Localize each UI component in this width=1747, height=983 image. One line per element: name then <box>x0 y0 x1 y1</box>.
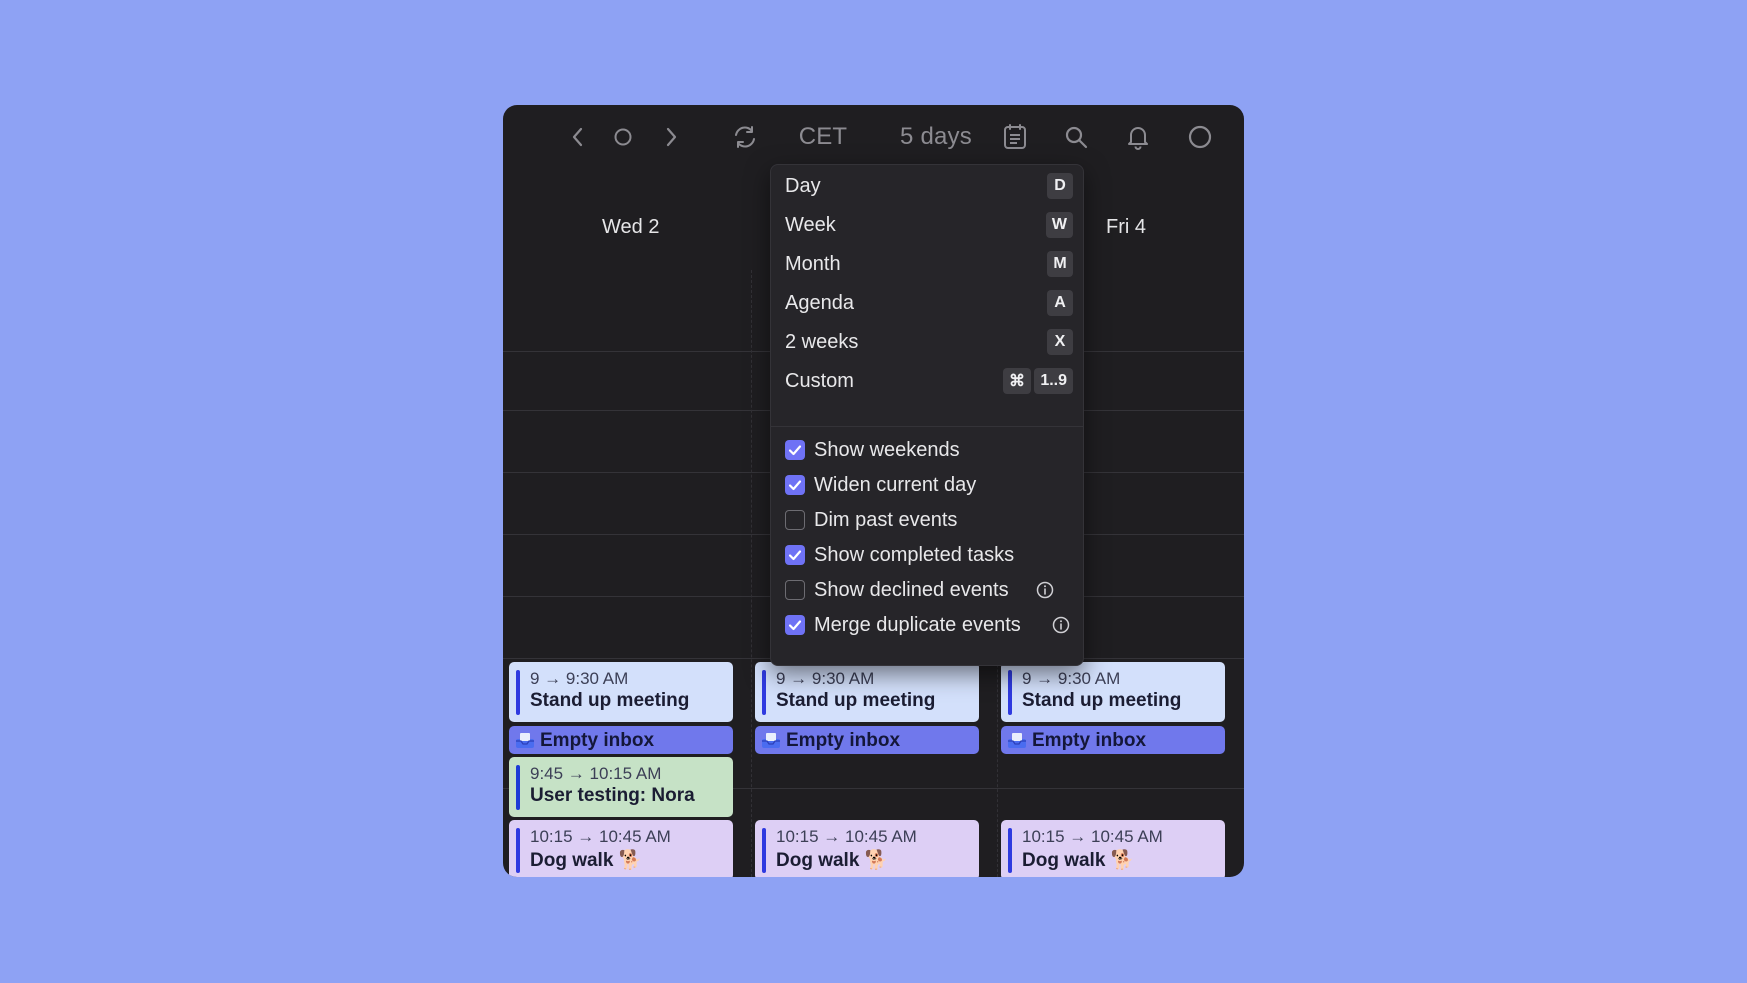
task-empty-inbox-thu[interactable]: Empty inbox <box>755 726 979 754</box>
menu-item-label: Month <box>785 253 841 275</box>
option-show-completed-tasks[interactable]: Show completed tasks <box>771 538 1083 573</box>
menu-divider <box>771 426 1083 427</box>
toolbar: CET 5 days <box>503 105 1244 169</box>
task-empty-inbox-wed[interactable]: Empty inbox <box>509 726 733 754</box>
event-user-testing[interactable]: 9:45 → 10:15 AM User testing: Nora <box>509 757 733 817</box>
profile-circle-icon[interactable] <box>1185 119 1215 155</box>
checkbox-checked[interactable] <box>785 440 805 460</box>
event-title: User testing: Nora <box>530 785 695 806</box>
checkbox-unchecked[interactable] <box>785 510 805 530</box>
checkbox-checked[interactable] <box>785 475 805 495</box>
event-title: Stand up meeting <box>776 690 936 711</box>
column-divider <box>751 270 752 877</box>
calendar-list-icon[interactable] <box>1000 119 1030 155</box>
option-label: Show completed tasks <box>814 544 1015 566</box>
checkbox-unchecked[interactable] <box>785 580 805 600</box>
event-color-bar <box>762 828 766 873</box>
event-title: Stand up meeting <box>530 690 690 711</box>
menu-item-label: Custom <box>785 370 854 392</box>
option-widen-current-day[interactable]: Widen current day <box>771 468 1083 503</box>
day-header-fri[interactable]: Fri 4 <box>1106 216 1146 239</box>
checkbox-checked[interactable] <box>785 615 805 635</box>
checkmark-icon <box>788 480 802 491</box>
event-time: 9:45 → 10:15 AM <box>530 764 662 783</box>
event-standup-thu[interactable]: 9 → 9:30 AM Stand up meeting <box>755 662 979 722</box>
event-title: Dog walk 🐕 <box>776 850 889 871</box>
option-label: Show declined events <box>814 579 1009 601</box>
event-title: Dog walk 🐕 <box>1022 850 1135 871</box>
task-empty-inbox-fri[interactable]: Empty inbox <box>1001 726 1225 754</box>
event-time: 10:15 → 10:45 AM <box>776 827 917 846</box>
option-label: Dim past events <box>814 509 958 531</box>
event-color-bar <box>762 670 766 715</box>
inbox-tray-icon <box>762 733 780 748</box>
shortcut-key: A <box>1047 290 1073 316</box>
today-circle-icon[interactable] <box>609 119 637 155</box>
search-icon[interactable] <box>1061 119 1091 155</box>
menu-item-label: Week <box>785 214 836 236</box>
day-header-wed[interactable]: Wed 2 <box>602 216 659 239</box>
menu-item-day[interactable]: Day D <box>771 167 1083 206</box>
event-time: 9 → 9:30 AM <box>1022 669 1121 688</box>
view-label: 5 days <box>900 123 972 150</box>
task-title: Empty inbox <box>540 730 655 751</box>
menu-item-2-weeks[interactable]: 2 weeks X <box>771 323 1083 362</box>
event-title: Dog walk 🐕 <box>530 850 643 871</box>
option-merge-duplicate-events[interactable]: Merge duplicate events <box>771 608 1083 643</box>
event-color-bar <box>516 670 520 715</box>
event-color-bar <box>1008 670 1012 715</box>
bell-icon[interactable] <box>1123 119 1153 155</box>
chevron-left-icon[interactable] <box>563 119 591 155</box>
menu-item-label: Day <box>785 175 821 197</box>
shortcut-key: M <box>1047 251 1073 277</box>
menu-item-label: Agenda <box>785 292 854 314</box>
event-dog-walk-thu[interactable]: 10:15 → 10:45 AM Dog walk 🐕 <box>755 820 979 877</box>
view-dropdown-menu: Day D Week W Month M Agenda A 2 weeks X … <box>770 164 1084 666</box>
checkmark-icon <box>788 620 802 631</box>
event-color-bar <box>516 828 520 873</box>
task-title: Empty inbox <box>1032 730 1147 751</box>
event-time: 10:15 → 10:45 AM <box>1022 827 1163 846</box>
event-time: 9 → 9:30 AM <box>530 669 629 688</box>
view-selector-button[interactable]: 5 days <box>888 119 984 155</box>
option-label: Widen current day <box>814 474 977 496</box>
event-title: Stand up meeting <box>1022 690 1182 711</box>
event-standup-fri[interactable]: 9 → 9:30 AM Stand up meeting <box>1001 662 1225 722</box>
inbox-tray-icon <box>1008 733 1026 748</box>
menu-item-custom[interactable]: Custom ⌘ 1..9 <box>771 362 1083 401</box>
event-time: 10:15 → 10:45 AM <box>530 827 671 846</box>
shortcut-key: X <box>1047 329 1073 355</box>
event-dog-walk-fri[interactable]: 10:15 → 10:45 AM Dog walk 🐕 <box>1001 820 1225 877</box>
shortcut-key: D <box>1047 173 1073 199</box>
option-show-declined-events[interactable]: Show declined events <box>771 573 1083 608</box>
info-icon[interactable] <box>1052 616 1070 634</box>
menu-item-agenda[interactable]: Agenda A <box>771 284 1083 323</box>
menu-item-week[interactable]: Week W <box>771 206 1083 245</box>
timezone-label: CET <box>798 123 848 150</box>
menu-item-month[interactable]: Month M <box>771 245 1083 284</box>
menu-item-label: 2 weeks <box>785 331 859 353</box>
option-label: Merge duplicate events <box>814 614 1021 636</box>
task-title: Empty inbox <box>786 730 901 751</box>
timezone-button[interactable]: CET <box>793 119 853 155</box>
command-key-icon: ⌘ <box>1003 368 1031 394</box>
option-show-weekends[interactable]: Show weekends <box>771 433 1083 468</box>
checkmark-icon <box>788 445 802 456</box>
checkmark-icon <box>788 550 802 561</box>
event-time: 9 → 9:30 AM <box>776 669 875 688</box>
event-color-bar <box>1008 828 1012 873</box>
refresh-icon[interactable] <box>730 119 760 155</box>
event-color-bar <box>516 765 520 810</box>
inbox-tray-icon <box>516 733 534 748</box>
option-dim-past-events[interactable]: Dim past events <box>771 503 1083 538</box>
shortcut-key: W <box>1045 212 1073 238</box>
info-icon[interactable] <box>1036 581 1054 599</box>
event-standup-wed[interactable]: 9 → 9:30 AM Stand up meeting <box>509 662 733 722</box>
checkbox-checked[interactable] <box>785 545 805 565</box>
shortcut-key: 1..9 <box>1034 368 1073 394</box>
event-dog-walk-wed[interactable]: 10:15 → 10:45 AM Dog walk 🐕 <box>509 820 733 877</box>
option-label: Show weekends <box>814 439 960 461</box>
chevron-right-icon[interactable] <box>658 119 686 155</box>
